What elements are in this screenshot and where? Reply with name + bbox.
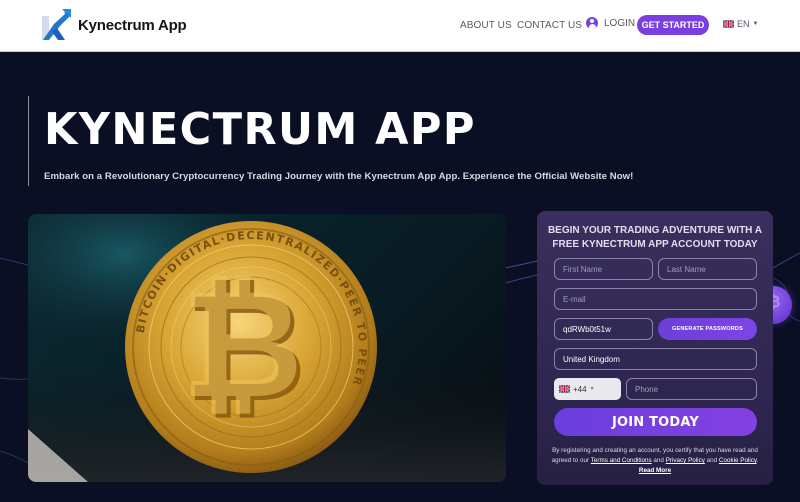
get-started-button[interactable]: GET STARTED — [637, 15, 709, 35]
form-title: BEGIN YOUR TRADING ADVENTURE WITH A FREE… — [537, 224, 773, 252]
bitcoin-image: BITCOIN·DIGITAL·DECENTRALIZED·PEER TO PE… — [28, 214, 506, 482]
uk-flag-icon — [559, 385, 570, 393]
login-label: LOGIN — [604, 17, 636, 29]
read-more-link[interactable]: Read More — [639, 467, 671, 474]
uk-flag-icon — [723, 20, 734, 28]
signup-form: BEGIN YOUR TRADING ADVENTURE WITH A FREE… — [537, 211, 773, 485]
nav-about-us[interactable]: ABOUT US — [460, 20, 512, 31]
language-selector[interactable]: EN ▼ — [723, 19, 758, 29]
user-icon — [586, 17, 598, 29]
email-input[interactable] — [554, 288, 757, 310]
privacy-policy-link[interactable]: Privacy Policy — [666, 457, 705, 464]
site-header: Kynectrum App ABOUT US CONTACT US LOGIN … — [0, 0, 800, 52]
language-label: EN — [737, 19, 750, 29]
form-title-line1: BEGIN YOUR TRADING ADVENTURE WITH A — [547, 225, 763, 236]
login-link[interactable]: LOGIN — [586, 17, 635, 29]
legal-and: and — [706, 457, 718, 464]
brand-name[interactable]: Kynectrum App — [78, 17, 187, 34]
form-title-line2: FREE KYNECTRUM APP ACCOUNT TODAY — [552, 239, 758, 250]
country-input[interactable] — [554, 348, 757, 370]
hero-title: KYNECTRUM APP — [44, 104, 476, 155]
chevron-down-icon: ▼ — [589, 386, 595, 392]
phone-code-value: +44 — [573, 384, 587, 394]
legal-and: and — [653, 457, 664, 464]
logo-icon[interactable] — [40, 8, 72, 42]
phone-country-code-select[interactable]: +44 ▼ — [554, 378, 621, 400]
svg-text:₿: ₿ — [181, 258, 303, 432]
nav-contact-us[interactable]: CONTACT US — [517, 20, 582, 31]
terms-link[interactable]: Terms and Conditions — [591, 457, 652, 464]
chevron-down-icon: ▼ — [752, 21, 759, 27]
cookie-policy-link[interactable]: Cookie Policy — [719, 457, 757, 464]
hero-accent-bar — [28, 96, 29, 186]
generate-passwords-button[interactable]: GENERATE PASSWORDS — [658, 318, 757, 340]
legal-notice: By registering and creating an account, … — [551, 447, 759, 474]
password-input[interactable] — [554, 318, 653, 340]
last-name-input[interactable] — [658, 258, 757, 280]
join-today-button[interactable]: JOIN TODAY — [554, 408, 757, 436]
bitcoin-coin-illustration: BITCOIN·DIGITAL·DECENTRALIZED·PEER TO PE… — [28, 214, 506, 482]
hero-subtitle: Embark on a Revolutionary Cryptocurrency… — [44, 171, 634, 182]
first-name-input[interactable] — [554, 258, 653, 280]
phone-input[interactable] — [626, 378, 757, 400]
